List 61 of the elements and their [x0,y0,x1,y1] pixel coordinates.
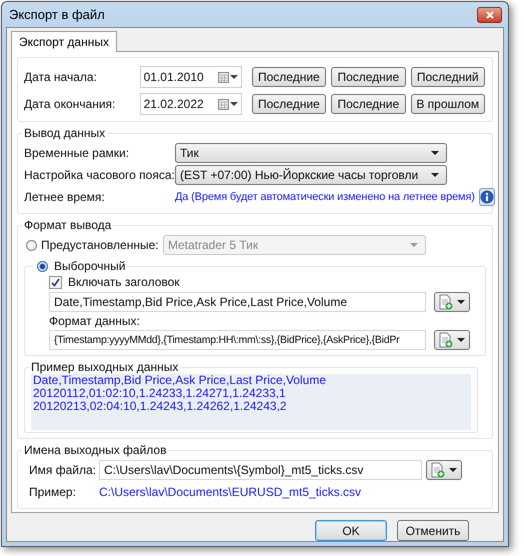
timeframe-dropdown[interactable]: Тик [175,143,447,163]
group-title: Формат вывода [23,218,112,232]
caret-icon [230,102,238,106]
insert-field-button[interactable] [426,460,462,480]
group-title: Имена выходных файлов [23,443,168,457]
field-label: Имя файла: [28,463,95,477]
add-file-icon [431,462,445,478]
preset-button[interactable]: Последний [410,67,485,87]
tab[interactable]: Экспорт данных [11,31,117,52]
radio-button[interactable] [26,240,37,250]
date-value: 21.02.2022 [144,97,204,111]
caret-icon [449,468,457,472]
option-label: Выборочный [54,259,126,273]
dialog-button[interactable]: Отменить [397,520,469,541]
field-label: Дата окончания: [24,97,116,111]
caret-icon [431,173,439,177]
preset-button[interactable]: Последние [252,94,326,114]
field-label: Формат данных: [49,314,140,328]
info-button[interactable] [478,188,495,206]
example-path: C:\Users\lav\Documents\EURUSD_mt5_ticks.csv [99,485,362,499]
checkbox[interactable] [49,276,62,288]
calendar-icon [218,98,229,110]
caret-icon [431,151,439,155]
header-field[interactable]: Date,Timestamp,Bid Price,Ask Price,Last Price,Volume [49,292,426,312]
insert-field-button[interactable] [434,330,470,350]
preset-button[interactable]: Последние [331,67,406,87]
file-name-field[interactable]: C:\Users\lav\Documents\{Symbol}_mt5_ticks.csv [99,460,422,480]
caret-icon [457,338,465,342]
preset-button[interactable]: В прошлом [410,94,485,114]
date-field[interactable]: 21.02.2022 [140,93,242,115]
date-value: 01.01.2010 [144,70,204,84]
close-icon [486,10,494,18]
caret-icon [457,300,465,304]
data-format-field[interactable]: {Timestamp:yyyyMMdd},{Timestamp:HH\:mm\:ss},{BidPrice},{AskPrice},{BidPr [49,330,426,350]
date-field[interactable]: 01.01.2010 [140,66,242,88]
sample-line: Date,Timestamp,Bid Price,Ask Price,Last Price,Volume [33,374,327,387]
field-label: Дата начала: [24,70,98,84]
option-label: Предустановленные: [41,238,159,252]
add-file-icon [439,332,453,348]
preset-button[interactable]: Последние [252,67,326,87]
sample-line: 20120112,01:02:10,1.24233,1.24271,1.24233,1 [33,387,287,400]
window-title: Экспорт в файл [9,7,105,22]
caret-icon [410,243,418,247]
add-file-icon [439,294,453,310]
radio-button[interactable] [37,260,48,272]
close-button[interactable] [477,6,502,22]
field-label: Пример: [28,485,77,499]
sample-line: 20120213,02:04:10,1.24243,1.24262,1.24243,2 [33,400,288,413]
checkbox-label: Включать заголовок [68,275,180,289]
dialog-button[interactable]: OK [315,520,387,541]
timezone-dropdown[interactable]: (EST +07:00) Нью-Йоркские часы торговли [175,165,447,185]
calendar-icon [218,72,229,82]
field-label: Временные рамки: [24,146,130,160]
insert-field-button[interactable] [434,292,470,312]
preset-button[interactable]: Последние [331,94,406,114]
check-icon [51,278,60,286]
field-label: Летнее время: [24,190,106,204]
dst-value: Да (Время будет автоматически изменено на летнее время) [175,191,475,203]
caret-icon [230,75,238,79]
group-title: Пример выходных данных [30,360,180,374]
group-title: Вывод данных [23,126,106,140]
